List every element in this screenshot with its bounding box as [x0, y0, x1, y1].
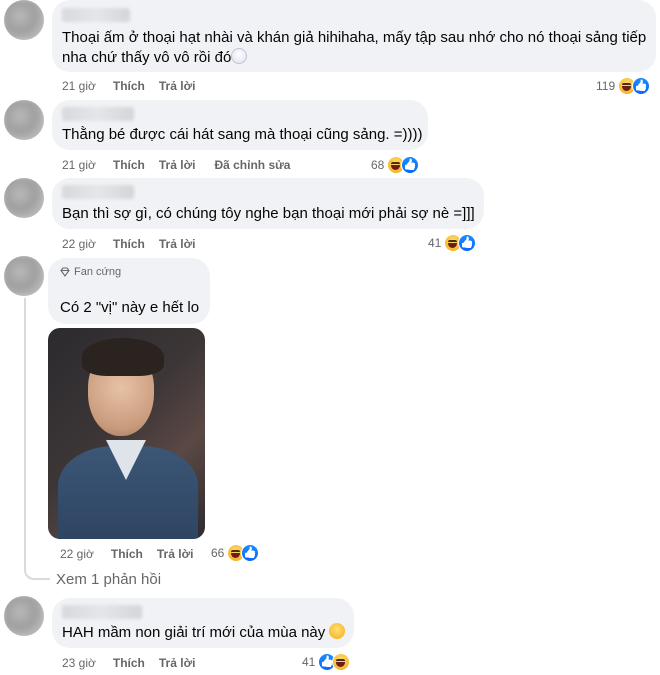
reaction-summary[interactable]: 41: [428, 234, 477, 252]
reaction-count: 68: [371, 158, 385, 172]
smile-face-icon: [329, 623, 346, 639]
comment-meta: 22 giờ Thích Trả lời: [60, 546, 212, 562]
timestamp[interactable]: 22 giờ: [62, 237, 96, 251]
reaction-count: 41: [428, 236, 442, 250]
reaction-summary[interactable]: 68: [371, 156, 420, 174]
attached-photo[interactable]: [48, 328, 205, 539]
comment-text: Thoại ấm ở thoại hạt nhài và khán giả hi…: [62, 29, 647, 46]
comment-text: Có 2 "vị" này e hết lo: [60, 299, 200, 316]
comment-text: Bạn thì sợ gì, có chúng tôy nghe bạn tho…: [62, 205, 475, 222]
author-name-blurred[interactable]: [62, 605, 142, 619]
comment-meta: 23 giờ Thích Trả lời: [62, 655, 214, 671]
thread-connector: [24, 556, 50, 580]
avatar[interactable]: [4, 256, 44, 296]
timestamp[interactable]: 21 giờ: [62, 79, 96, 93]
author-name-blurred[interactable]: [62, 8, 130, 22]
like-button[interactable]: Thích: [113, 237, 145, 251]
reply-button[interactable]: Trả lời: [157, 547, 194, 561]
like-reaction-icon: [241, 544, 260, 562]
comment-meta: 22 giờ Thích Trả lời: [62, 236, 214, 252]
see-replies-link[interactable]: Xem 1 phản hồi: [56, 571, 161, 588]
reaction-count: 119: [596, 79, 616, 93]
like-button[interactable]: Thích: [113, 656, 145, 670]
reply-button[interactable]: Trả lời: [159, 79, 196, 93]
comment-meta: 21 giờ Thích Trả lời Đã chỉnh sửa: [62, 157, 304, 173]
like-reaction-icon: [632, 77, 651, 95]
avatar[interactable]: [4, 100, 44, 140]
comment-text: HAH mầm non giải trí mới của mùa này: [62, 624, 326, 641]
author-name-blurred[interactable]: [62, 185, 134, 199]
reaction-summary[interactable]: 66: [211, 544, 260, 562]
reaction-summary[interactable]: 41: [302, 653, 351, 671]
reply-button[interactable]: Trả lời: [159, 237, 196, 251]
reaction-count: 41: [302, 655, 316, 669]
reaction-summary[interactable]: 119: [596, 77, 651, 95]
comment-text-line2: nha chứ thấy vô vô rồi đó: [62, 47, 248, 68]
like-button[interactable]: Thích: [111, 547, 143, 561]
edited-label[interactable]: Đã chỉnh sửa: [214, 158, 290, 172]
timestamp[interactable]: 21 giờ: [62, 158, 96, 172]
comment-meta: 21 giờ Thích Trả lời: [62, 78, 214, 94]
comment-text: Thằng bé được cái hát sang mà thoại cũng…: [62, 126, 423, 143]
like-button[interactable]: Thích: [113, 79, 145, 93]
timestamp[interactable]: 23 giờ: [62, 656, 96, 670]
haha-reaction-icon: [332, 653, 351, 671]
diamond-icon: [60, 267, 70, 277]
avatar[interactable]: [4, 596, 44, 636]
like-button[interactable]: Thích: [113, 158, 145, 172]
reply-button[interactable]: Trả lời: [159, 158, 196, 172]
reply-button[interactable]: Trả lời: [159, 656, 196, 670]
comment-text-line: HAH mầm non giải trí mới của mùa này: [62, 622, 346, 643]
reaction-count: 66: [211, 546, 225, 560]
avatar[interactable]: [4, 178, 44, 218]
author-name-blurred[interactable]: [62, 107, 134, 121]
timestamp[interactable]: 22 giờ: [60, 547, 94, 561]
clown-face-icon: [231, 48, 248, 64]
thread-line: [24, 298, 26, 556]
like-reaction-icon: [401, 156, 420, 174]
fan-badge[interactable]: Fan cứng: [60, 266, 121, 278]
like-reaction-icon: [458, 234, 477, 252]
comment-text: nha chứ thấy vô vô rồi đó: [62, 49, 232, 66]
fan-badge-label: Fan cứng: [74, 266, 122, 278]
avatar[interactable]: [4, 0, 44, 40]
